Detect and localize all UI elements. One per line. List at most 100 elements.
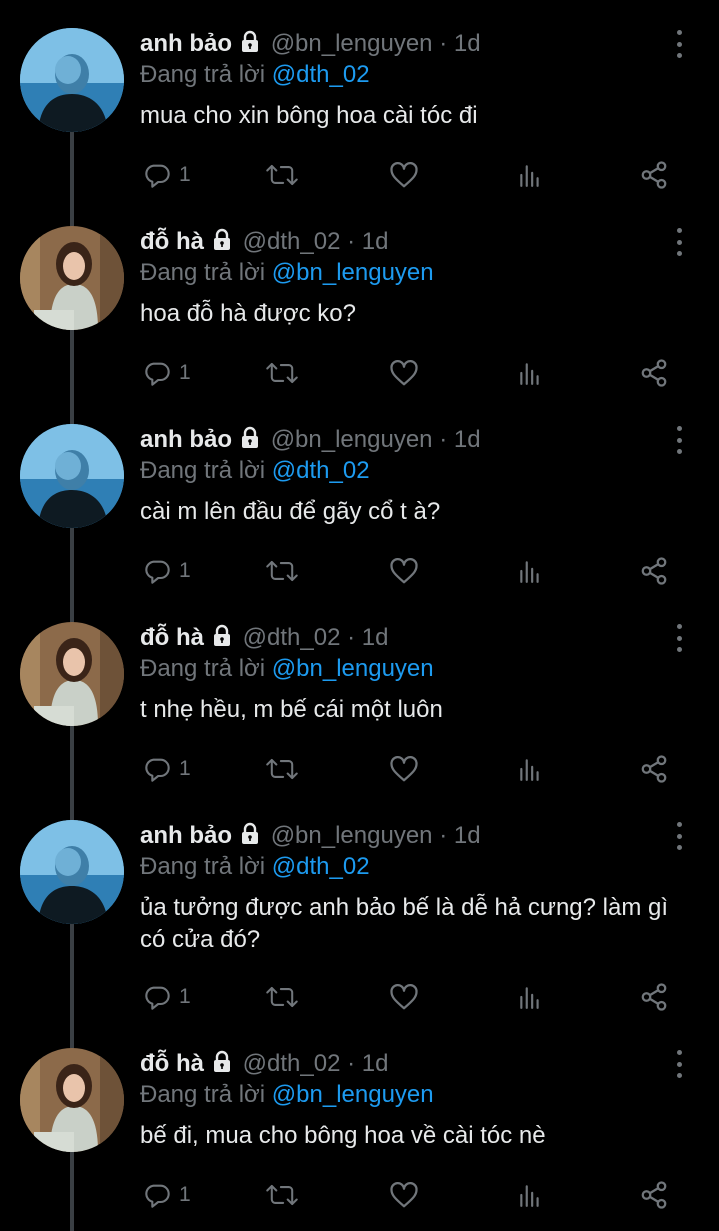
more-options-icon[interactable] (669, 1050, 689, 1078)
author-handle[interactable]: @bn_lenguyen (271, 822, 433, 849)
timestamp[interactable]: 1d (454, 822, 481, 849)
author-name[interactable]: đỗ hà (140, 624, 204, 651)
share-button[interactable] (639, 158, 669, 192)
author-name[interactable]: đỗ hà (140, 1050, 204, 1077)
reply-button[interactable]: 1 (143, 356, 191, 390)
tweet[interactable]: đỗ hà @dth_02 · 1d Đang trả lời @bn_leng… (0, 1048, 719, 1218)
tweet-header: đỗ hà @dth_02 · 1d (140, 226, 699, 258)
lock-icon (210, 228, 234, 261)
mention-link[interactable]: @bn_lenguyen (272, 1081, 434, 1108)
retweet-button[interactable] (265, 1178, 299, 1212)
mention-link[interactable]: @dth_02 (272, 457, 370, 484)
retweet-icon (265, 983, 299, 1011)
share-icon (639, 982, 669, 1012)
share-button[interactable] (639, 1178, 669, 1212)
author-name[interactable]: anh bảo (140, 30, 232, 57)
tweet[interactable]: anh bảo @bn_lenguyen · 1d Đang trả lời @… (0, 424, 719, 594)
reply-button[interactable]: 1 (143, 980, 191, 1014)
author-name[interactable]: anh bảo (140, 426, 232, 453)
author-handle[interactable]: @bn_lenguyen (271, 426, 433, 453)
like-button[interactable] (389, 158, 419, 192)
tweet-text: cài m lên đầu để gãy cổ t à? (140, 498, 441, 525)
retweet-button[interactable] (265, 554, 299, 588)
heart-icon (389, 1181, 419, 1209)
timestamp[interactable]: 1d (454, 30, 481, 57)
more-options-icon[interactable] (669, 624, 689, 652)
like-button[interactable] (389, 1178, 419, 1212)
mention-link[interactable]: @bn_lenguyen (272, 259, 434, 286)
views-icon (517, 359, 543, 387)
like-button[interactable] (389, 356, 419, 390)
avatar[interactable] (20, 820, 124, 924)
share-button[interactable] (639, 356, 669, 390)
retweet-button[interactable] (265, 752, 299, 786)
reply-button[interactable]: 1 (143, 554, 191, 588)
separator: · (439, 426, 448, 453)
views-button[interactable] (517, 1178, 543, 1212)
views-button[interactable] (517, 158, 543, 192)
more-options-icon[interactable] (669, 822, 689, 850)
views-button[interactable] (517, 554, 543, 588)
reply-icon (143, 1181, 171, 1209)
reply-button[interactable]: 1 (143, 158, 191, 192)
avatar[interactable] (20, 424, 124, 528)
more-options-icon[interactable] (669, 426, 689, 454)
tweet[interactable]: anh bảo @bn_lenguyen · 1d Đang trả lời @… (0, 820, 719, 1020)
author-handle[interactable]: @dth_02 (243, 624, 341, 651)
replying-label: Đang trả lời (140, 1081, 266, 1108)
tweet[interactable]: đỗ hà @dth_02 · 1d Đang trả lời @bn_leng… (0, 226, 719, 396)
replying-to: Đang trả lời @dth_02 (140, 852, 699, 882)
tweet-actions: 1 (0, 356, 719, 390)
reply-icon (143, 161, 171, 189)
mention-link[interactable]: @dth_02 (272, 61, 370, 88)
heart-icon (389, 983, 419, 1011)
reply-count: 1 (179, 985, 191, 1008)
avatar[interactable] (20, 622, 124, 726)
reply-count: 1 (179, 757, 191, 780)
share-button[interactable] (639, 554, 669, 588)
retweet-button[interactable] (265, 356, 299, 390)
views-button[interactable] (517, 752, 543, 786)
tweet-actions: 1 (0, 158, 719, 192)
share-button[interactable] (639, 980, 669, 1014)
avatar[interactable] (20, 226, 124, 330)
tweet-text: bế đi, mua cho bông hoa về cài tóc nè (140, 1122, 546, 1149)
retweet-button[interactable] (265, 158, 299, 192)
author-handle[interactable]: @dth_02 (243, 228, 341, 255)
views-button[interactable] (517, 356, 543, 390)
more-options-icon[interactable] (669, 228, 689, 256)
mention-link[interactable]: @dth_02 (272, 853, 370, 880)
tweet[interactable]: anh bảo @bn_lenguyen · 1d Đang trả lời @… (0, 28, 719, 198)
more-options-icon[interactable] (669, 30, 689, 58)
share-icon (639, 160, 669, 190)
mention-link[interactable]: @bn_lenguyen (272, 655, 434, 682)
author-handle[interactable]: @bn_lenguyen (271, 30, 433, 57)
timestamp[interactable]: 1d (362, 1050, 389, 1077)
author-handle[interactable]: @dth_02 (243, 1050, 341, 1077)
timestamp[interactable]: 1d (362, 228, 389, 255)
lock-icon (238, 30, 262, 63)
timestamp[interactable]: 1d (362, 624, 389, 651)
separator: · (439, 30, 448, 57)
like-button[interactable] (389, 554, 419, 588)
views-icon (517, 557, 543, 585)
tweet-header: đỗ hà @dth_02 · 1d (140, 1048, 699, 1080)
tweet[interactable]: đỗ hà @dth_02 · 1d Đang trả lời @bn_leng… (0, 622, 719, 792)
lock-icon (238, 822, 262, 855)
author-name[interactable]: đỗ hà (140, 228, 204, 255)
views-button[interactable] (517, 980, 543, 1014)
retweet-icon (265, 161, 299, 189)
retweet-button[interactable] (265, 980, 299, 1014)
share-button[interactable] (639, 752, 669, 786)
like-button[interactable] (389, 980, 419, 1014)
tweet-actions: 1 (0, 980, 719, 1014)
reply-button[interactable]: 1 (143, 752, 191, 786)
views-icon (517, 983, 543, 1011)
author-name[interactable]: anh bảo (140, 822, 232, 849)
avatar[interactable] (20, 28, 124, 132)
like-button[interactable] (389, 752, 419, 786)
timestamp[interactable]: 1d (454, 426, 481, 453)
views-icon (517, 755, 543, 783)
avatar[interactable] (20, 1048, 124, 1152)
reply-button[interactable]: 1 (143, 1178, 191, 1212)
